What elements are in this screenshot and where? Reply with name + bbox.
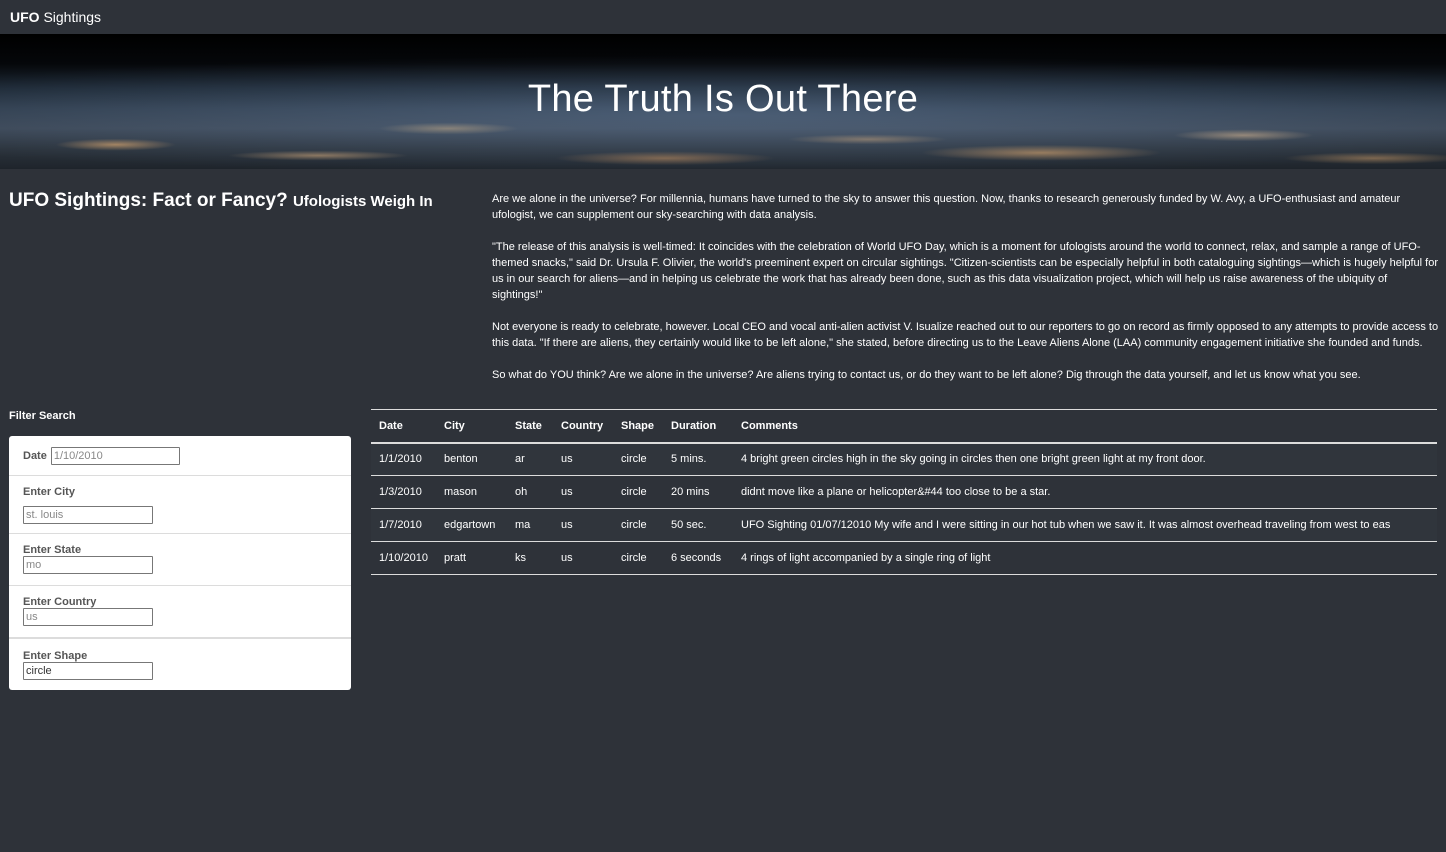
cell-date: 1/1/2010 bbox=[379, 453, 422, 466]
article-paragraph: Are we alone in the universe? For millen… bbox=[492, 193, 1401, 221]
table-row: 1/3/2010 mason oh us circle 20 mins didn… bbox=[371, 476, 1437, 509]
cell-city: edgartown bbox=[444, 519, 496, 531]
column-header-comments: Comments bbox=[741, 419, 798, 432]
cell-duration: 20 mins bbox=[671, 486, 710, 498]
cell-country: us bbox=[561, 552, 573, 564]
state-input[interactable] bbox=[23, 556, 153, 574]
column-header-state: State bbox=[515, 419, 542, 432]
cell-country: us bbox=[561, 486, 573, 498]
intro-subheading: Ufologists Weigh In bbox=[292, 193, 433, 210]
filter-date-label: Date bbox=[23, 449, 47, 462]
cell-city: benton bbox=[444, 453, 478, 466]
filter-shape-label: Enter Shape bbox=[23, 650, 88, 662]
intro-heading-text: UFO Sightings: Fact or Fancy? bbox=[9, 190, 288, 211]
filter-city-item: Enter City bbox=[9, 476, 351, 534]
sightings-table-container: Date City State Country Shape Duration C… bbox=[371, 409, 1437, 575]
filter-shape-item: Enter Shape bbox=[9, 638, 351, 690]
cell-duration: 6 seconds bbox=[671, 552, 722, 564]
shape-input[interactable] bbox=[23, 662, 153, 680]
table-body: 1/1/2010 benton ar us circle 5 mins. 4 b… bbox=[371, 442, 1437, 575]
cell-state: ks bbox=[515, 552, 526, 564]
navbar-brand-link[interactable]: UFO Sightings bbox=[10, 9, 101, 25]
table-row: 1/10/2010 pratt ks us circle 6 seconds 4… bbox=[371, 542, 1437, 575]
cell-country: us bbox=[561, 453, 573, 466]
cell-state: ar bbox=[515, 453, 525, 466]
filter-country-label: Enter Country bbox=[23, 596, 97, 608]
cell-city: pratt bbox=[444, 552, 467, 564]
hero-banner: The Truth Is Out There bbox=[0, 34, 1446, 169]
cell-comments: UFO Sighting 01/07/12010 My wife and I w… bbox=[741, 519, 1391, 531]
cell-comments: didnt move like a plane or helicopter&#4… bbox=[741, 486, 1051, 498]
sightings-table: Date City State Country Shape Duration C… bbox=[371, 409, 1437, 575]
filter-panel: Date Enter City Enter State Enter Countr… bbox=[9, 436, 351, 690]
cell-shape: circle bbox=[621, 519, 647, 531]
cell-city: mason bbox=[444, 486, 478, 498]
article-paragraph: Not everyone is ready to celebrate, howe… bbox=[492, 321, 1439, 349]
column-header-duration: Duration bbox=[671, 419, 717, 432]
column-header-country: Country bbox=[561, 419, 604, 432]
cell-state: oh bbox=[515, 486, 528, 498]
hero-title: The Truth Is Out There bbox=[527, 78, 919, 120]
filter-state-item: Enter State bbox=[9, 534, 351, 586]
cell-shape: circle bbox=[621, 486, 647, 498]
cell-duration: 50 sec. bbox=[671, 519, 707, 531]
filter-search-title: Filter Search bbox=[9, 410, 76, 422]
table-header: Date City State Country Shape Duration C… bbox=[371, 409, 1437, 443]
filter-date-item: Date bbox=[9, 436, 351, 476]
country-input[interactable] bbox=[23, 608, 153, 626]
cell-date: 1/3/2010 bbox=[379, 486, 422, 498]
table-row: 1/1/2010 benton ar us circle 5 mins. 4 b… bbox=[371, 442, 1437, 476]
cell-shape: circle bbox=[621, 552, 647, 564]
filter-city-label: Enter City bbox=[23, 486, 75, 498]
table-header-row: Date City State Country Shape Duration C… bbox=[371, 409, 1437, 443]
table-row: 1/7/2010 edgartown ma us circle 50 sec. … bbox=[371, 508, 1437, 542]
brand-rest: Sightings bbox=[39, 9, 102, 25]
column-header-shape: Shape bbox=[621, 419, 655, 432]
cell-comments: 4 rings of light accompanied by a single… bbox=[741, 552, 991, 564]
cell-state: ma bbox=[515, 519, 531, 531]
article-paragraph: "The release of this analysis is well-ti… bbox=[492, 241, 1438, 301]
filter-state-label: Enter State bbox=[23, 544, 82, 556]
cell-date: 1/10/2010 bbox=[379, 552, 428, 564]
cell-comments: 4 bright green circles high in the sky g… bbox=[741, 453, 1206, 466]
filter-country-item: Enter Country bbox=[9, 586, 351, 638]
cell-duration: 5 mins. bbox=[671, 453, 707, 466]
article-text: Are we alone in the universe? For millen… bbox=[492, 191, 1440, 399]
cell-country: us bbox=[561, 519, 573, 531]
cell-date: 1/7/2010 bbox=[379, 519, 422, 531]
navbar: UFO Sightings bbox=[0, 0, 1446, 34]
city-input[interactable] bbox=[23, 506, 153, 524]
cell-shape: circle bbox=[621, 453, 647, 466]
brand-strong: UFO bbox=[10, 9, 40, 25]
intro-heading: UFO Sightings: Fact or Fancy? Ufologists… bbox=[9, 190, 433, 212]
column-header-city: City bbox=[444, 419, 465, 432]
column-header-date: Date bbox=[379, 419, 403, 432]
date-input[interactable] bbox=[50, 446, 180, 465]
article-paragraph: So what do YOU think? Are we alone in th… bbox=[492, 369, 1361, 381]
